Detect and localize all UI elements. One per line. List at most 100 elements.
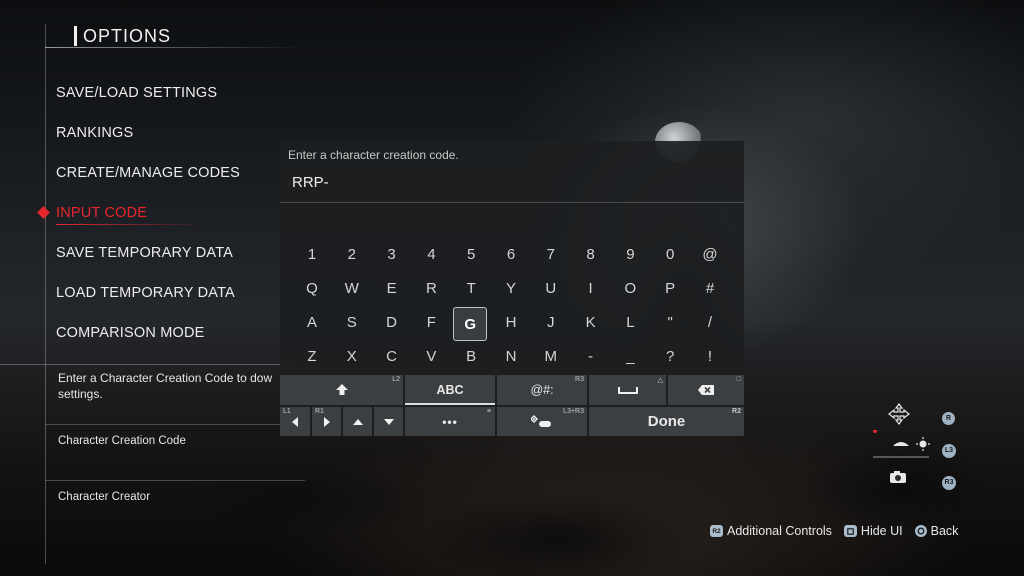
square-button-icon: [843, 525, 857, 537]
key-2[interactable]: 2: [334, 239, 370, 269]
gamepad-mode-key[interactable]: L3+R3: [497, 407, 587, 436]
key-8[interactable]: 8: [573, 239, 609, 269]
key-symbol[interactable]: ?: [652, 341, 688, 371]
key-a[interactable]: A: [294, 307, 330, 337]
key-b[interactable]: B: [453, 341, 489, 371]
key-l[interactable]: L: [612, 307, 648, 337]
key-symbol[interactable]: #: [692, 273, 728, 303]
menu-item-comparison-mode[interactable]: COMPARISON MODE: [56, 325, 205, 341]
shift-icon: [335, 384, 348, 395]
cursor-right-key[interactable]: R1: [312, 407, 341, 436]
symbols-key[interactable]: @#: R3: [497, 375, 587, 405]
menu-item-load-temporary-data[interactable]: LOAD TEMPORARY DATA: [56, 285, 235, 301]
backspace-key[interactable]: □: [668, 375, 744, 405]
key-w[interactable]: W: [334, 273, 370, 303]
shift-key[interactable]: L2: [280, 375, 403, 405]
symbols-label: @#:: [530, 383, 554, 397]
cursor-up-key[interactable]: [343, 407, 372, 436]
key-y[interactable]: Y: [493, 273, 529, 303]
camera-move-icon: [888, 403, 910, 428]
key-symbol[interactable]: !: [692, 341, 728, 371]
key-q[interactable]: Q: [294, 273, 330, 303]
key-u[interactable]: U: [533, 273, 569, 303]
r3-stick-badge: R3: [942, 475, 956, 490]
menu-item-input-code[interactable]: INPUT CODE: [56, 205, 147, 221]
menu-title-underline: [45, 47, 305, 48]
l3-badge-wrap: L3: [942, 439, 956, 458]
key-x[interactable]: X: [334, 341, 370, 371]
back-label[interactable]: Back: [931, 524, 959, 538]
page-title: OPTIONS: [74, 26, 171, 46]
key-3[interactable]: 3: [374, 239, 410, 269]
active-item-underline: [56, 224, 206, 225]
left-tag: L1: [283, 408, 291, 415]
menu-rail: [45, 24, 46, 564]
more-key[interactable]: ••• ≡: [405, 407, 495, 436]
more-tag: ≡: [486, 408, 492, 415]
key-m[interactable]: M: [533, 341, 569, 371]
done-tag: R2: [732, 408, 741, 415]
key-symbol[interactable]: /: [692, 307, 728, 337]
space-icon: [617, 387, 638, 394]
key-7[interactable]: 7: [533, 239, 569, 269]
keyboard-bottom-bar: L2 ABC @#: R3 △ □ L1 R1 ••• ≡ L3+R3 Done…: [280, 375, 744, 436]
controls-footer: R2 Additional Controls Hide UI Back: [710, 524, 958, 538]
key-symbol[interactable]: @: [692, 239, 728, 269]
code-input-field[interactable]: RRP-: [292, 174, 329, 191]
key-0[interactable]: 0: [652, 239, 688, 269]
description-divider: [0, 364, 300, 365]
r-stick-badge: R: [942, 412, 955, 425]
key-5[interactable]: 5: [453, 239, 489, 269]
key-d[interactable]: D: [374, 307, 410, 337]
description-line: Enter a Character Creation Code to dow: [58, 371, 273, 385]
camera-icon[interactable]: [889, 470, 907, 487]
cursor-left-key[interactable]: L1: [280, 407, 310, 436]
key-j[interactable]: J: [533, 307, 569, 337]
menu-item-save-temporary-data[interactable]: SAVE TEMPORARY DATA: [56, 245, 233, 261]
sub-divider: [45, 480, 305, 481]
key-k[interactable]: K: [573, 307, 609, 337]
key-g[interactable]: G: [453, 307, 488, 341]
done-label: Done: [647, 413, 686, 430]
menu-description: Enter a Character Creation Code to dow s…: [58, 370, 280, 402]
menu-item-create-manage-codes[interactable]: CREATE/MANAGE CODES: [56, 165, 240, 181]
key-v[interactable]: V: [413, 341, 449, 371]
r-badge-wrap: R: [942, 407, 955, 425]
key-o[interactable]: O: [612, 273, 648, 303]
done-button[interactable]: Done R2: [589, 407, 744, 436]
key-n[interactable]: N: [493, 341, 529, 371]
key-z[interactable]: Z: [294, 341, 330, 371]
abc-key[interactable]: ABC: [405, 375, 495, 405]
r2-button-icon: R2: [710, 525, 723, 537]
key-f[interactable]: F: [413, 307, 449, 337]
sub-item-character-creator[interactable]: Character Creator: [58, 491, 150, 503]
key-e[interactable]: E: [374, 273, 410, 303]
key-9[interactable]: 9: [612, 239, 648, 269]
cursor-down-key[interactable]: [374, 407, 403, 436]
menu-item-save-load-settings[interactable]: SAVE/LOAD SETTINGS: [56, 85, 217, 101]
key-symbol[interactable]: _: [612, 341, 648, 371]
key-symbol[interactable]: ": [652, 307, 688, 337]
key-p[interactable]: P: [652, 273, 688, 303]
key-c[interactable]: C: [374, 341, 410, 371]
time-of-day-slider[interactable]: [871, 429, 931, 463]
key-1[interactable]: 1: [294, 239, 330, 269]
key-h[interactable]: H: [493, 307, 529, 337]
sub-item-character-creation-code[interactable]: Character Creation Code: [58, 435, 186, 447]
key-r[interactable]: R: [413, 273, 449, 303]
gamepad-icon: [531, 414, 551, 427]
abc-label: ABC: [436, 383, 464, 397]
key-symbol[interactable]: -: [573, 341, 609, 371]
hide-ui-label[interactable]: Hide UI: [861, 524, 903, 538]
space-key[interactable]: △: [589, 375, 666, 405]
additional-controls-label[interactable]: Additional Controls: [727, 524, 832, 538]
key-4[interactable]: 4: [413, 239, 449, 269]
key-t[interactable]: T: [453, 273, 489, 303]
space-tag: △: [657, 377, 663, 384]
l3-stick-badge: L3: [942, 443, 956, 458]
menu-item-rankings[interactable]: RANKINGS: [56, 125, 133, 141]
key-i[interactable]: I: [573, 273, 609, 303]
right-arrow-icon: [323, 416, 330, 427]
key-s[interactable]: S: [334, 307, 370, 337]
key-6[interactable]: 6: [493, 239, 529, 269]
